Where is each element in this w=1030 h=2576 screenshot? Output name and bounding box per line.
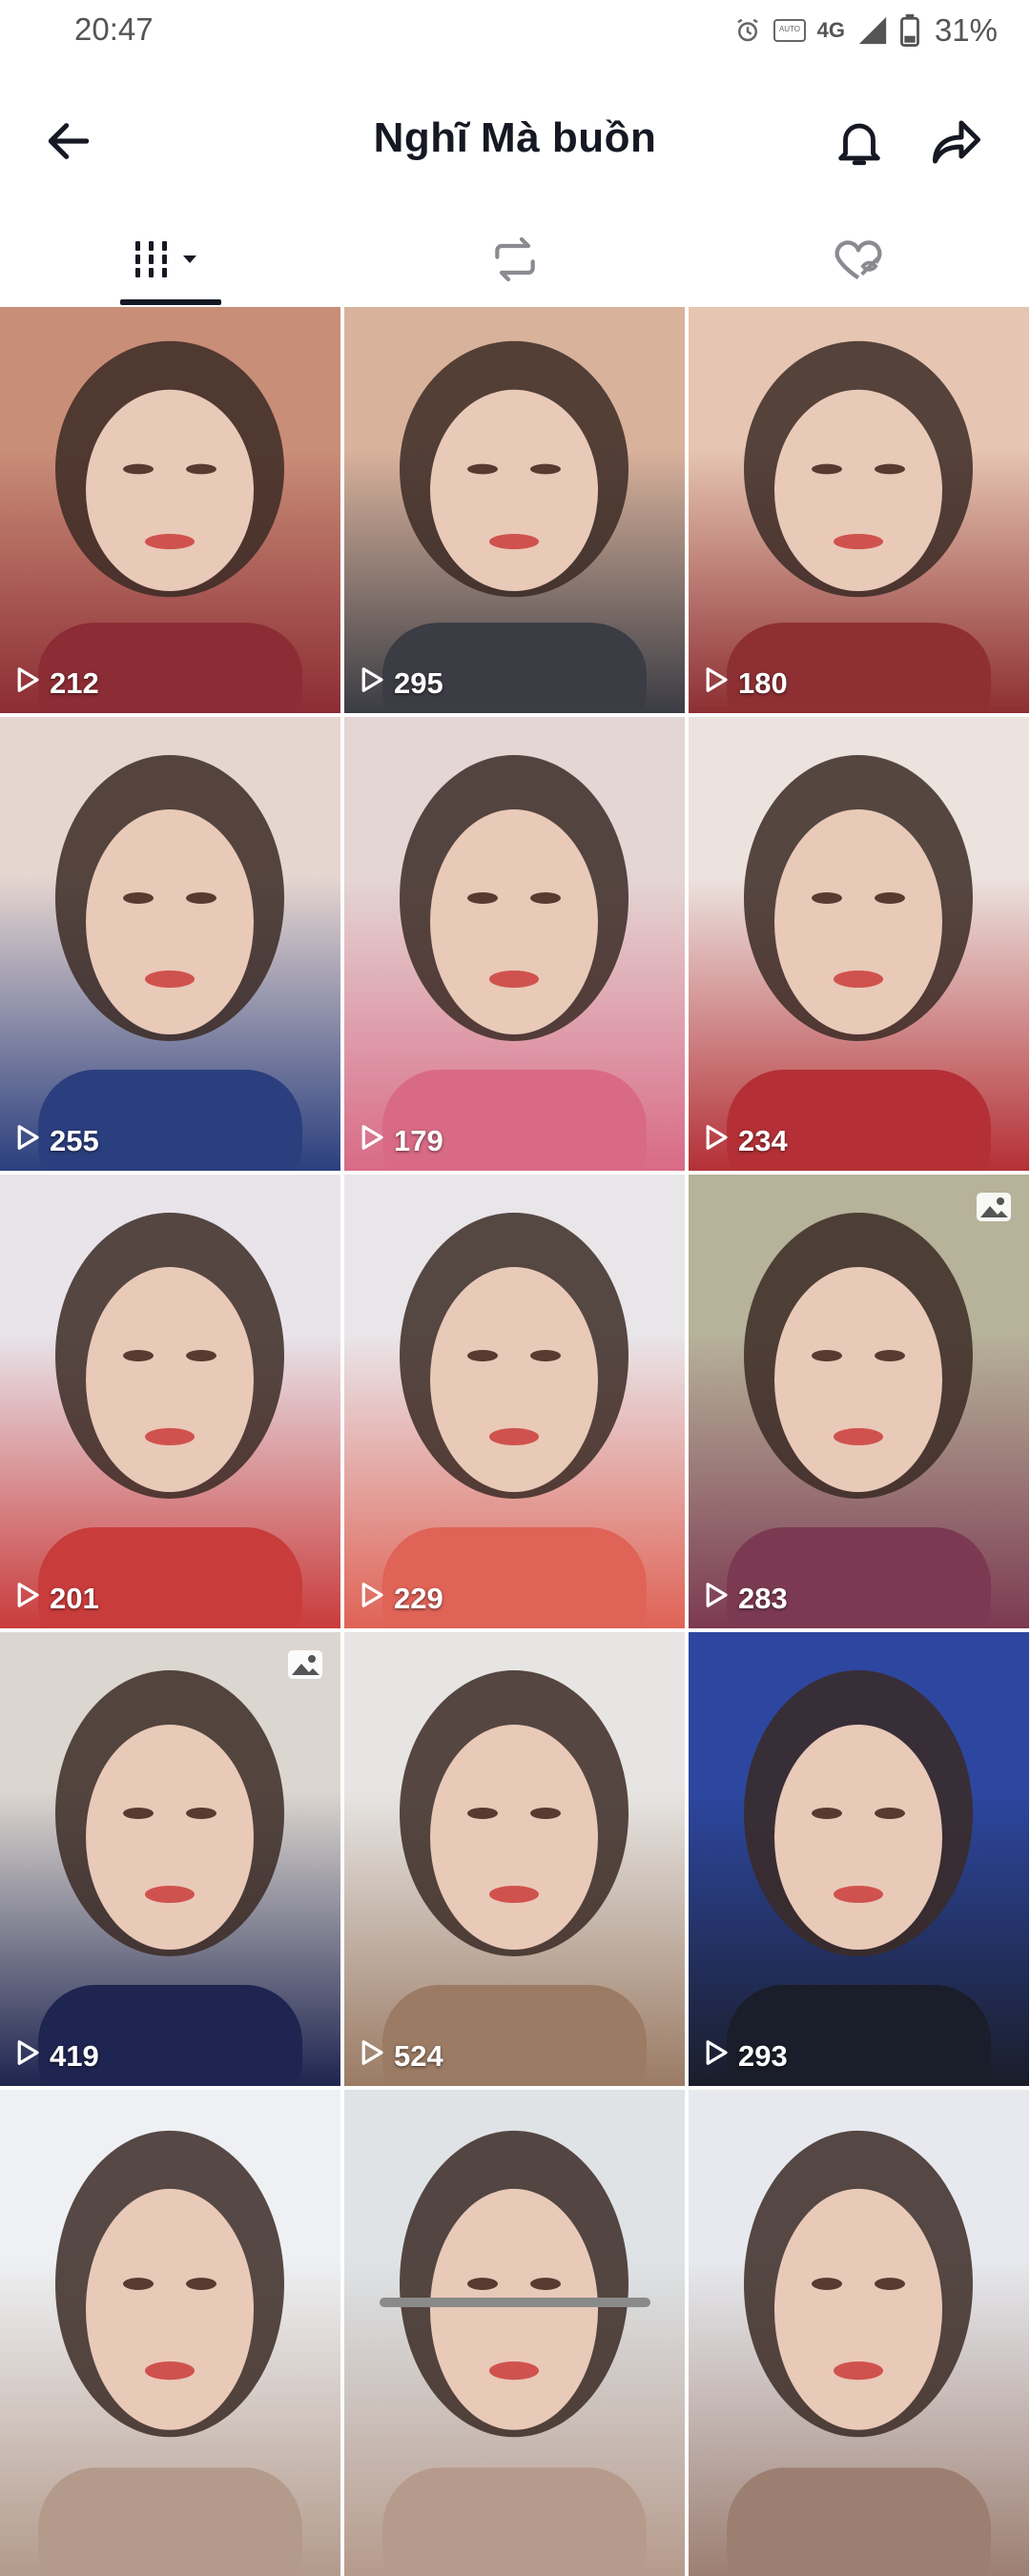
thumbnail-image <box>0 717 340 1171</box>
thumbnail-image <box>0 1632 340 2086</box>
tab-indicator <box>120 299 221 305</box>
view-count-text: 524 <box>394 2039 443 2073</box>
video-thumbnail[interactable]: 524 <box>344 1632 685 2086</box>
video-thumbnail[interactable] <box>0 2090 340 2576</box>
share-arrow-icon <box>933 120 980 164</box>
video-thumbnail[interactable]: 283 <box>689 1175 1029 1628</box>
view-count-text: 201 <box>50 1582 99 1615</box>
view-count-text: 229 <box>394 1582 443 1615</box>
view-count: 180 <box>704 665 788 702</box>
auto-hz-icon: AUTO <box>772 17 806 44</box>
video-thumbnail[interactable]: 419 <box>0 1632 340 2086</box>
view-count: 201 <box>15 1581 99 1617</box>
view-count: 295 <box>360 665 443 702</box>
battery-icon <box>900 14 919 47</box>
play-icon <box>15 1123 40 1159</box>
thumbnail-image <box>0 2090 340 2576</box>
thumbnail-image <box>689 307 1029 713</box>
notification-bell-button[interactable] <box>826 109 893 175</box>
view-count: 283 <box>704 1581 788 1617</box>
view-count-text: 283 <box>738 1582 788 1615</box>
play-icon <box>360 665 384 702</box>
alarm-icon <box>733 16 762 45</box>
repost-icon <box>495 236 535 282</box>
view-count-text: 234 <box>738 1124 788 1157</box>
view-count: 293 <box>704 2038 788 2075</box>
header: Nghĩ Mà buồn <box>0 93 1030 189</box>
status-bar: 20:47 AUTO 4G 31% <box>0 0 1030 61</box>
view-count: 524 <box>360 2038 443 2075</box>
video-thumbnail[interactable]: 212 <box>0 307 340 713</box>
video-thumbnail[interactable]: 229 <box>344 1175 685 1628</box>
play-icon <box>360 1581 384 1617</box>
view-count-text: 293 <box>738 2039 788 2073</box>
play-icon <box>704 1581 729 1617</box>
share-button[interactable] <box>923 109 990 175</box>
play-icon <box>15 2038 40 2075</box>
tab-reposts[interactable] <box>343 212 687 307</box>
view-count: 179 <box>360 1123 443 1159</box>
photo-icon <box>976 1192 1012 1222</box>
play-icon <box>704 1123 729 1159</box>
video-thumbnail[interactable]: 293 <box>689 1632 1029 2086</box>
profile-tabs <box>0 212 1030 307</box>
view-count-text: 419 <box>50 2039 99 2073</box>
video-thumbnail[interactable]: 234 <box>689 717 1029 1171</box>
thumbnail-image <box>689 717 1029 1171</box>
thumbnail-image <box>344 1175 685 1628</box>
status-time: 20:47 <box>74 11 154 47</box>
play-icon <box>704 2038 729 2075</box>
video-thumbnail[interactable]: 201 <box>0 1175 340 1628</box>
thumbnail-image <box>689 2090 1029 2576</box>
play-icon <box>360 2038 384 2075</box>
thumbnail-image <box>344 2090 685 2576</box>
status-icons: AUTO 4G 31% <box>733 10 998 51</box>
tab-liked[interactable] <box>687 212 1030 307</box>
battery-percentage: 31% <box>934 12 998 48</box>
thumbnail-image <box>344 307 685 713</box>
video-thumbnail[interactable] <box>689 2090 1029 2576</box>
grid-columns-icon <box>135 241 196 277</box>
view-count: 234 <box>704 1123 788 1159</box>
video-thumbnail[interactable]: 179 <box>344 717 685 1171</box>
play-icon <box>704 665 729 702</box>
thumbnail-image <box>0 1175 340 1628</box>
video-thumbnail[interactable]: 255 <box>0 717 340 1171</box>
view-count: 255 <box>15 1123 99 1159</box>
view-count: 212 <box>15 665 99 702</box>
play-icon <box>15 1581 40 1617</box>
signal-icon <box>856 14 889 47</box>
thumbnail-image <box>689 1175 1029 1628</box>
svg-text:AUTO: AUTO <box>779 25 800 33</box>
view-count-text: 212 <box>50 666 99 700</box>
network-type: 4G <box>816 18 845 42</box>
view-count-text: 180 <box>738 666 788 700</box>
view-count: 419 <box>15 2038 99 2075</box>
thumbnail-image <box>344 717 685 1171</box>
view-count-text: 295 <box>394 666 443 700</box>
home-indicator[interactable] <box>380 2298 650 2307</box>
bell-icon <box>838 123 880 166</box>
video-thumbnail[interactable]: 295 <box>344 307 685 713</box>
video-thumbnail[interactable]: 180 <box>689 307 1029 713</box>
thumbnail-image <box>344 1632 685 2086</box>
thumbnail-image <box>689 1632 1029 2086</box>
thumbnail-image <box>0 307 340 713</box>
hidden-heart-icon <box>834 240 882 280</box>
tab-videos[interactable] <box>0 212 343 307</box>
video-thumbnail[interactable] <box>344 2090 685 2576</box>
view-count-text: 179 <box>394 1124 443 1157</box>
play-icon <box>15 665 40 702</box>
photo-icon <box>287 1649 323 1680</box>
view-count: 229 <box>360 1581 443 1617</box>
view-count-text: 255 <box>50 1124 99 1157</box>
play-icon <box>360 1123 384 1159</box>
